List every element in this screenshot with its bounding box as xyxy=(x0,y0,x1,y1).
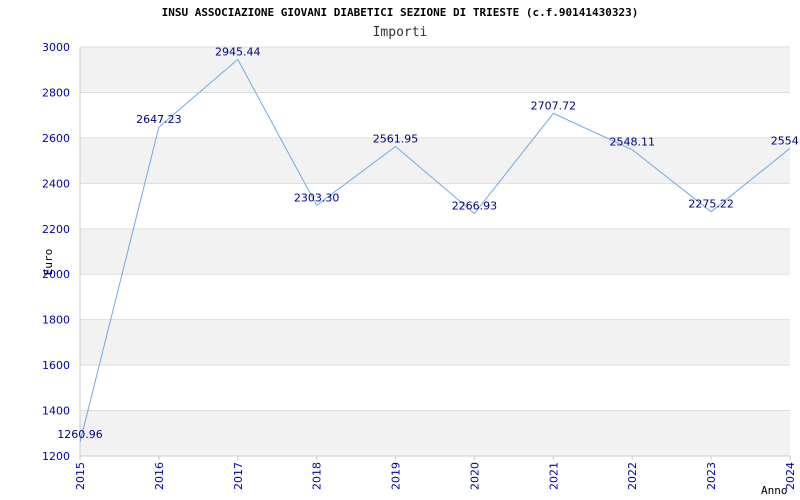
x-tick-label: 2020 xyxy=(468,462,481,490)
y-tick-label: 1200 xyxy=(42,450,70,463)
y-tick-label: 1600 xyxy=(42,359,70,372)
y-tick-label: 3000 xyxy=(42,41,70,54)
grid-band xyxy=(80,410,790,456)
grid-band xyxy=(80,137,790,184)
y-tick-label: 2400 xyxy=(42,177,70,190)
y-tick-label: 2600 xyxy=(42,132,70,145)
x-tick-label: 2017 xyxy=(232,462,245,490)
data-label: 1260.96 xyxy=(57,428,103,441)
x-tick-label: 2021 xyxy=(547,462,560,490)
y-tick-label: 2800 xyxy=(42,86,70,99)
x-tick-label: 2022 xyxy=(626,462,639,490)
grid-band xyxy=(80,319,790,366)
data-label: 2945.44 xyxy=(215,45,261,58)
x-tick-label: 2015 xyxy=(74,462,87,490)
x-tick-label: 2019 xyxy=(390,462,403,490)
data-label: 2275.22 xyxy=(688,198,734,211)
y-tick-label: 1800 xyxy=(42,314,70,327)
data-label: 2548.11 xyxy=(609,136,655,149)
grid-band xyxy=(80,228,790,275)
y-tick-label: 1400 xyxy=(42,405,70,418)
line-chart: 1200140016001800200022002400260028003000… xyxy=(42,41,800,497)
x-tick-label: 2023 xyxy=(705,462,718,490)
data-label: 2561.95 xyxy=(373,133,419,146)
data-label: 2647.23 xyxy=(136,113,182,126)
y-tick-label: 2200 xyxy=(42,223,70,236)
y-axis-label: Euro xyxy=(42,249,55,276)
data-label: 2303.30 xyxy=(294,191,340,204)
grid-band xyxy=(80,47,790,93)
grid-bands xyxy=(80,47,790,456)
data-label: 2554.0 xyxy=(771,134,800,147)
x-tick-label: 2018 xyxy=(311,462,324,490)
data-label: 2266.93 xyxy=(452,200,498,213)
x-axis-label: Anno xyxy=(761,484,788,497)
data-label: 2707.72 xyxy=(531,99,577,112)
x-tick-label: 2016 xyxy=(153,462,166,490)
x-tick-labels: 2015 2016 2017 2018 2019 2020 2021 2022 2023 2024 xyxy=(74,456,797,490)
